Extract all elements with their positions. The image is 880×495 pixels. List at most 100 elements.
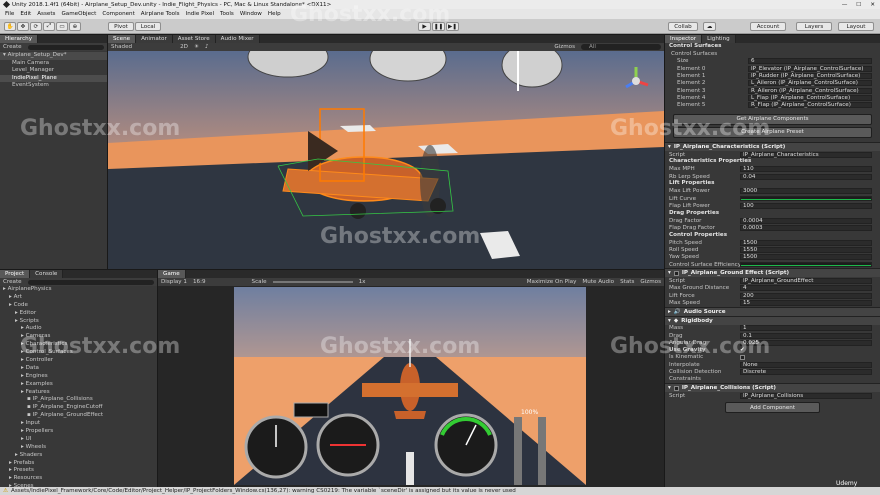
size-field[interactable]: 6: [748, 58, 872, 65]
hierarchy-item-level-manager[interactable]: Level_Manager: [0, 67, 107, 75]
tab-game[interactable]: Game: [158, 270, 186, 278]
scene-root-item[interactable]: ▾ Airplane_Setup_Dev*: [0, 52, 107, 60]
max-ground-distance-field[interactable]: 4: [740, 285, 872, 292]
collisions-component-header[interactable]: ▾ IP_Airplane_Collisions (Script): [665, 383, 880, 392]
layout-dropdown[interactable]: Layout: [838, 22, 874, 31]
lift-force-field[interactable]: 200: [740, 292, 872, 299]
enabled-checkbox[interactable]: [673, 385, 679, 391]
pitch-field[interactable]: 1500: [740, 239, 872, 246]
scale-tool-button[interactable]: ⤢: [43, 22, 55, 31]
project-folder-item[interactable]: ▪ IP_Airplane_GroundEffect: [0, 412, 157, 420]
interpolate-dropdown[interactable]: None: [740, 361, 872, 368]
project-folder-item[interactable]: ▸ Art: [0, 294, 157, 302]
enabled-checkbox[interactable]: [673, 270, 679, 276]
hand-tool-button[interactable]: ✋: [4, 22, 16, 31]
cloud-icon[interactable]: ☁: [703, 22, 716, 31]
element-object-field[interactable]: L_Flap (IP_Airplane_ControlSurface): [748, 94, 872, 101]
display-dropdown[interactable]: Display 1: [161, 279, 187, 285]
ground-effect-component-header[interactable]: ▾ IP_Airplane_Ground Effect (Script): [665, 268, 880, 278]
lift-curve-field[interactable]: [740, 196, 872, 202]
project-folder-item[interactable]: ▸ Wheels: [0, 444, 157, 452]
scene-search-input[interactable]: All: [581, 44, 661, 50]
flap-lift-field[interactable]: 100: [740, 203, 872, 209]
project-folder-item[interactable]: ▪ IP_Airplane_Collisions: [0, 396, 157, 404]
project-folder-item[interactable]: ▸ Examples: [0, 381, 157, 389]
script-field[interactable]: IP_Airplane_GroundEffect: [740, 278, 872, 285]
max-speed-field[interactable]: 15: [740, 299, 872, 306]
project-folder-item[interactable]: ▸ Editor: [0, 310, 157, 318]
collab-button[interactable]: Collab: [668, 22, 698, 31]
element-object-field[interactable]: IP_Rudder (IP_Airplane_ControlSurface): [748, 73, 872, 80]
tab-scene[interactable]: Scene: [108, 35, 137, 43]
menu-window[interactable]: Window: [240, 11, 262, 17]
game-viewport[interactable]: 100%: [234, 287, 586, 485]
element-object-field[interactable]: IP_Elevator (IP_Airplane_ControlSurface): [748, 65, 872, 72]
control-surfaces-foldout[interactable]: Control Surfaces: [665, 51, 880, 58]
project-folder-item[interactable]: ▸ Features: [0, 389, 157, 397]
status-message[interactable]: Assets/IndiePixel_Framework/Core/Code/Ed…: [11, 488, 516, 494]
account-dropdown[interactable]: Account: [750, 22, 786, 31]
scale-slider[interactable]: [272, 281, 353, 283]
mute-audio-toggle[interactable]: Mute Audio: [582, 279, 614, 285]
game-gizmos-dropdown[interactable]: Gizmos: [640, 279, 661, 285]
mass-field[interactable]: 1: [740, 325, 872, 332]
project-folder-item[interactable]: ▸ Data: [0, 365, 157, 373]
audio-toggle-icon[interactable]: ♪: [205, 44, 209, 50]
layers-dropdown[interactable]: Layers: [796, 22, 832, 31]
project-folder-item[interactable]: ▸ Audio: [0, 325, 157, 333]
drag-factor-field[interactable]: 0.0004: [740, 217, 872, 224]
project-create-button[interactable]: Create: [3, 279, 22, 285]
hierarchy-create-button[interactable]: Create: [3, 44, 22, 50]
tab-console[interactable]: Console: [30, 270, 64, 278]
tab-audio-mixer[interactable]: Audio Mixer: [215, 35, 260, 43]
rotate-tool-button[interactable]: ⟳: [30, 22, 42, 31]
max-mph-field[interactable]: 110: [740, 166, 872, 173]
add-component-button[interactable]: Add Component: [725, 402, 820, 414]
project-folder-item[interactable]: ▸ Presets: [0, 467, 157, 475]
maximize-icon[interactable]: ☐: [856, 2, 861, 8]
mode-2d-toggle[interactable]: 2D: [180, 44, 188, 50]
max-lift-field[interactable]: 3000: [740, 188, 872, 195]
project-folder-item[interactable]: ▸ Code: [0, 302, 157, 310]
project-search-input[interactable]: [27, 279, 154, 285]
element-object-field[interactable]: R_Aileron (IP_Airplane_ControlSurface): [748, 87, 872, 94]
transform-tool-button[interactable]: ⊕: [69, 22, 81, 31]
move-tool-button[interactable]: ✥: [17, 22, 29, 31]
tab-hierarchy[interactable]: Hierarchy: [0, 35, 39, 43]
stats-toggle[interactable]: Stats: [620, 279, 634, 285]
menu-gameobject[interactable]: GameObject: [61, 11, 96, 17]
project-folder-item[interactable]: ▸ Propellers: [0, 428, 157, 436]
rb-lerp-field[interactable]: 0.04: [740, 173, 872, 180]
project-folder-item[interactable]: ▸ Prefabs: [0, 460, 157, 468]
shading-dropdown[interactable]: Shaded: [111, 44, 132, 50]
project-folder-item[interactable]: ▸ Input: [0, 420, 157, 428]
project-folder-item[interactable]: ▸ Scripts: [0, 318, 157, 326]
script-field[interactable]: IP_Airplane_Characteristics: [740, 151, 872, 158]
pivot-toggle[interactable]: Pivot: [108, 22, 134, 31]
menu-indie-pixel[interactable]: Indie Pixel: [186, 11, 214, 17]
lighting-toggle-icon[interactable]: ☀: [194, 44, 199, 50]
hierarchy-item-eventsystem[interactable]: EventSystem: [0, 82, 107, 90]
constraints-foldout[interactable]: Constraints: [665, 376, 880, 383]
audio-source-component-header[interactable]: ▸ 🔊 Audio Source: [665, 306, 880, 316]
aspect-dropdown[interactable]: 16:9: [193, 279, 206, 285]
rigidbody-component-header[interactable]: ▾ ◆ Rigidbody: [665, 315, 880, 325]
yaw-field[interactable]: 1500: [740, 254, 872, 261]
hierarchy-item-main-camera[interactable]: Main Camera: [0, 60, 107, 68]
close-icon[interactable]: ✕: [870, 2, 875, 8]
element-object-field[interactable]: R_Flap (IP_Airplane_ControlSurface): [748, 102, 872, 109]
gizmos-dropdown[interactable]: Gizmos: [554, 44, 575, 50]
tab-asset-store[interactable]: Asset Store: [172, 35, 216, 43]
rect-tool-button[interactable]: ▭: [56, 22, 68, 31]
flap-drag-field[interactable]: 0.0003: [740, 225, 872, 232]
roll-field[interactable]: 1550: [740, 247, 872, 254]
project-folder-item[interactable]: ▸ AirplanePhysics: [0, 286, 157, 294]
tab-lighting[interactable]: Lighting: [702, 35, 736, 43]
menu-airplane-tools[interactable]: Airplane Tools: [141, 11, 180, 17]
collision-detection-dropdown[interactable]: Discrete: [740, 369, 872, 376]
menu-file[interactable]: File: [5, 11, 14, 17]
minimize-icon[interactable]: —: [842, 2, 848, 8]
local-toggle[interactable]: Local: [135, 22, 161, 31]
hierarchy-search-input[interactable]: [27, 44, 104, 50]
menu-component[interactable]: Component: [102, 11, 134, 17]
